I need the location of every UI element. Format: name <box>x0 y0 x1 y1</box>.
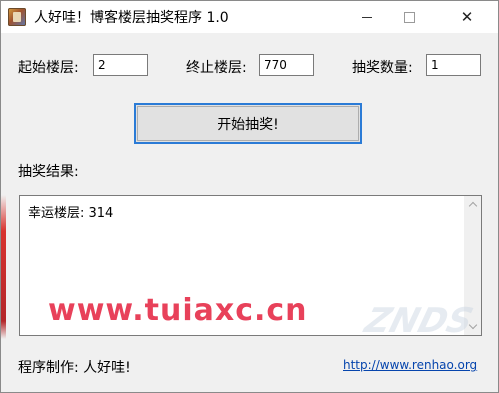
title-bar[interactable]: 人好哇！博客楼层抽奖程序 1.0 ✕ <box>1 1 498 33</box>
watermark-logo: ZNDS <box>360 301 478 341</box>
end-floor-label: 终止楼层: <box>186 60 247 76</box>
watermark-text: www.tuiaxc.cn <box>48 293 308 328</box>
start-draw-button[interactable]: 开始抽奖! <box>134 103 362 144</box>
draw-count-input[interactable] <box>426 54 481 76</box>
app-icon <box>8 8 26 26</box>
background-window-edge <box>1 33 6 392</box>
close-icon: ✕ <box>460 8 474 26</box>
start-floor-input[interactable] <box>93 54 148 76</box>
author-website-link[interactable]: http://www.renhao.org <box>343 358 477 372</box>
start-draw-button-label: 开始抽奖! <box>217 116 279 133</box>
lucky-floor-text: 幸运楼层: 314 <box>28 206 114 221</box>
minimize-icon <box>362 16 372 18</box>
scroll-up-button[interactable] <box>464 196 481 213</box>
minimize-button[interactable] <box>344 1 390 33</box>
window-title: 人好哇！博客楼层抽奖程序 1.0 <box>34 10 229 26</box>
app-window: 人好哇！博客楼层抽奖程序 1.0 ✕ 起始楼层: 终止楼层: 抽奖数量: 开始抽… <box>0 0 499 393</box>
chevron-up-icon <box>468 201 477 211</box>
maximize-button[interactable] <box>386 1 432 33</box>
author-credit: 程序制作: 人好哇! <box>18 360 131 376</box>
start-floor-label: 起始楼层: <box>18 60 79 76</box>
end-floor-input[interactable] <box>259 54 314 76</box>
close-button[interactable]: ✕ <box>444 1 490 33</box>
draw-count-label: 抽奖数量: <box>352 60 413 76</box>
results-label: 抽奖结果: <box>18 164 79 180</box>
maximize-icon <box>403 11 415 23</box>
